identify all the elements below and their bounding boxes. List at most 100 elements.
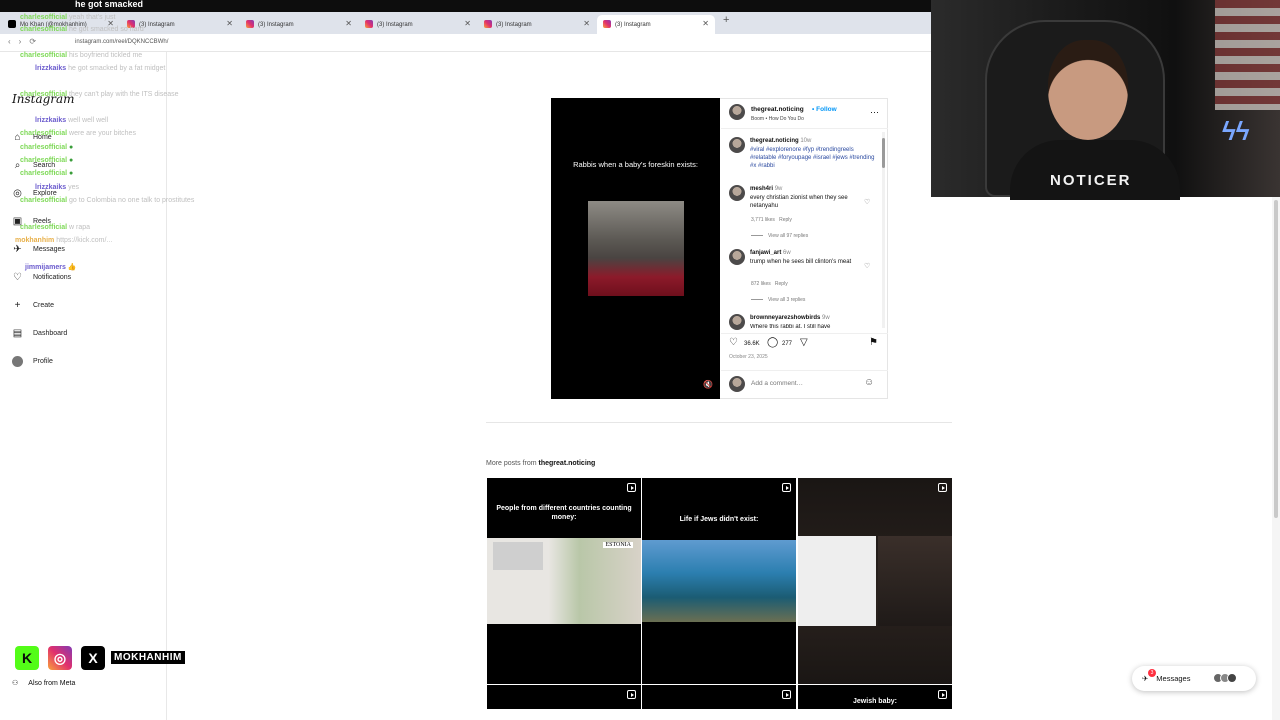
comment-like-count[interactable]: 872 likes (751, 281, 771, 287)
chat-message: lrizzkaiks yes (35, 184, 79, 191)
messages-pill[interactable]: ✈ 3 Messages (1132, 666, 1256, 691)
follow-button[interactable]: • Follow (812, 106, 837, 113)
grid-post[interactable] (487, 685, 641, 709)
comment-text: Where this rabbi at. I still have (750, 324, 831, 330)
close-icon[interactable]: ✕ (226, 19, 233, 28)
browser-tab[interactable]: (3) Instagram ✕ (359, 15, 477, 34)
close-icon[interactable]: ✕ (345, 19, 352, 28)
chat-username: lrizzkaiks (35, 65, 67, 72)
volume-icon[interactable]: 🔇 (703, 380, 713, 389)
tab-label: (3) Instagram (139, 21, 175, 28)
chat-username: charlesofficial (20, 170, 68, 177)
nav-item-profile[interactable]: Profile (12, 354, 53, 368)
view-replies-link[interactable]: View all 3 replies (751, 297, 805, 303)
avatar[interactable] (729, 249, 745, 265)
comment-text: trump when he sees bill clinton's meat (750, 259, 852, 265)
grid-post[interactable]: Jewish baby: (798, 685, 952, 709)
chat-text: his boyfriend tickled me (69, 52, 143, 59)
caption-user[interactable]: thegreat.noticing 10w (750, 138, 811, 144)
url-field[interactable]: instagram.com/reel/DQKNCCBWh/ (75, 39, 168, 45)
page-scroll-thumb[interactable] (1274, 200, 1278, 518)
more-posts-user[interactable]: thegreat.noticing (539, 460, 596, 467)
nav-label: Notifications (33, 273, 72, 281)
tile-caption: Jewish baby: (853, 698, 897, 705)
grid-post[interactable]: People from different countries counting… (487, 478, 641, 684)
caption-hashtags[interactable]: #viral #explorenore #fyp #trendingreels … (750, 146, 876, 170)
meta-label: Also from Meta (28, 679, 76, 687)
emote-icon: ● (69, 170, 74, 177)
chat-message: charlesofficial were are your bitches (20, 130, 136, 137)
close-icon[interactable]: ✕ (702, 19, 709, 28)
comment-user[interactable]: mesh4ri 9w (750, 186, 782, 192)
messenger-icon: ✈ (13, 243, 22, 255)
browser-tab[interactable]: (3) Instagram ✕ (240, 15, 358, 34)
nav-item-messages[interactable]: ✈ Messages (12, 242, 65, 256)
avatar[interactable] (729, 137, 745, 153)
tile-caption: Life if Jews didn't exist: (679, 516, 759, 523)
chat-message: charlesofficial ● (20, 170, 73, 177)
emote-icon: ● (69, 157, 74, 164)
reel-icon (938, 483, 947, 492)
grid-post[interactable] (798, 478, 952, 684)
comment-username: brownneyarezshowbirds (750, 315, 821, 321)
grid-post[interactable] (642, 685, 796, 709)
avatar[interactable] (729, 104, 745, 120)
nav-item-notifications[interactable]: ♡ Notifications (12, 270, 71, 284)
comment-user[interactable]: brownneyarezshowbirds 9w (750, 315, 830, 321)
grid-post[interactable]: Life if Jews didn't exist: (642, 478, 796, 684)
chat-message: charlesofficial his boyfriend tickled me (20, 52, 142, 59)
view-replies-link[interactable]: View all 97 replies (751, 233, 808, 239)
chat-message: charlesofficial ● (20, 157, 73, 164)
streamer-face (1048, 40, 1128, 140)
avatar[interactable] (729, 185, 745, 201)
nav-label: Dashboard (33, 329, 68, 337)
chat-text: were are your bitches (69, 130, 136, 137)
also-from-meta-link[interactable]: ⚇ Also from Meta (12, 679, 76, 688)
more-icon[interactable]: ⋯ (870, 107, 879, 118)
chat-username: charlesofficial (20, 144, 68, 151)
divider (486, 422, 952, 423)
chat-text: yeah that's just (69, 14, 116, 21)
comment-like-count[interactable]: 3,771 likes (751, 217, 775, 223)
chat-username: lrizzkaiks (35, 117, 67, 124)
comment-user[interactable]: fanjawi_art 6w (750, 250, 791, 256)
reply-link[interactable]: Reply (775, 281, 788, 287)
reply-link[interactable]: Reply (779, 217, 792, 223)
heart-icon[interactable]: ♡ (864, 198, 870, 206)
like-count[interactable]: 36.6K (744, 341, 760, 347)
emoji-icon[interactable]: ☺ (864, 377, 874, 388)
comments-scroll-thumb[interactable] (882, 138, 885, 168)
share-icon[interactable]: ▽ (800, 337, 808, 348)
new-tab-button[interactable]: + (723, 14, 729, 26)
chat-message: charlesofficial ● (20, 144, 73, 151)
avatar[interactable] (729, 314, 745, 330)
add-comment-input[interactable]: Add a comment… (751, 380, 803, 387)
reel-icon (782, 690, 791, 699)
close-icon[interactable]: ✕ (583, 19, 590, 28)
tile-image (642, 540, 796, 622)
chat-message: lrizzkaiks well well well (35, 117, 108, 124)
post-date: October 23, 2025 (729, 354, 768, 360)
close-icon[interactable]: ✕ (464, 19, 471, 28)
like-icon[interactable]: ♡ (729, 337, 738, 348)
bookmark-icon[interactable]: ⚑ (869, 337, 878, 348)
instagram-icon (603, 20, 611, 28)
chat-message: lrizzkaiks he got smacked by a fat midge… (35, 65, 165, 72)
audio-label[interactable]: Boom • How Do You Do (751, 116, 804, 122)
chat-text: 👍 (67, 264, 77, 271)
comment-icon[interactable]: ◯ (767, 337, 778, 348)
browser-tab[interactable]: (3) Instagram ✕ (478, 15, 596, 34)
browser-nav-buttons[interactable]: ‹›⟳ (8, 37, 44, 46)
post-username[interactable]: thegreat.noticing (751, 106, 804, 113)
heart-icon[interactable]: ♡ (864, 262, 870, 270)
chat-message: mokhanhim https://kick.com/... (15, 237, 112, 244)
browser-tab-active[interactable]: (3) Instagram ✕ (597, 15, 715, 34)
instagram-logo-icon: ◎ (48, 646, 72, 670)
messages-label: Messages (1156, 674, 1191, 683)
comment-count[interactable]: 277 (782, 341, 792, 347)
comment-username: fanjawi_art (750, 250, 782, 256)
chat-text: he got smacked so hard (69, 26, 144, 33)
nav-item-create[interactable]: + Create (12, 298, 54, 312)
nav-item-dashboard[interactable]: ▤ Dashboard (12, 326, 67, 340)
more-posts-prefix: More posts from (486, 460, 537, 467)
